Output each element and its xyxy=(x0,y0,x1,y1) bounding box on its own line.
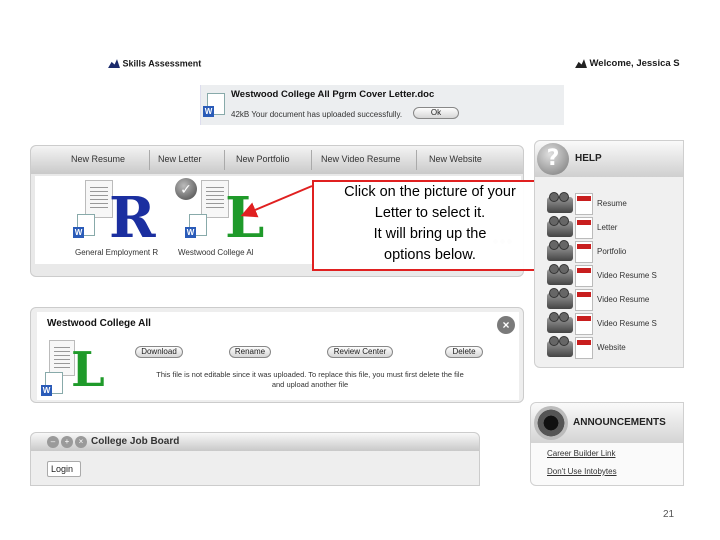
pdf-icon xyxy=(575,241,593,263)
video-camera-icon xyxy=(547,336,573,357)
word-document-icon xyxy=(185,214,207,238)
video-camera-icon xyxy=(547,288,573,309)
delete-button[interactable]: Delete xyxy=(445,346,483,358)
help-item-label: Portfolio xyxy=(597,247,627,256)
help-item-label: Letter xyxy=(597,223,618,232)
callout-line: options below. xyxy=(384,247,476,263)
detail-note: This file is not editable since it was u… xyxy=(115,370,505,390)
detail-note-line: This file is not editable since it was u… xyxy=(156,370,464,379)
help-item-resume[interactable]: Resume xyxy=(547,192,687,215)
welcome-label: Welcome, Jessica S xyxy=(589,58,680,70)
tab-bar: New Resume New Letter New Portfolio New … xyxy=(31,146,523,174)
pdf-icon xyxy=(575,289,593,311)
career-builder-link[interactable]: Career Builder Link xyxy=(547,449,615,458)
tab-new-video-resume[interactable]: New Video Resume xyxy=(321,154,400,164)
dont-use-intobytes-link[interactable]: Don't Use Intobytes xyxy=(547,467,617,476)
resume-letter-icon: R xyxy=(109,185,156,251)
word-document-icon xyxy=(203,93,225,117)
announcements-title: ANNOUNCEMENTS xyxy=(573,417,666,428)
tab-divider xyxy=(416,150,417,170)
job-board-panel: – + × College Job Board Login xyxy=(30,432,480,486)
tab-new-letter[interactable]: New Letter xyxy=(158,154,202,164)
announcements-panel: ANNOUNCEMENTS Career Builder Link Don't … xyxy=(530,402,684,486)
ok-button[interactable]: Ok xyxy=(413,107,459,119)
document-detail-body: Westwood College All × L Download Rename… xyxy=(37,312,519,400)
help-item-label: Video Resume S xyxy=(597,319,657,328)
download-button[interactable]: Download xyxy=(135,346,183,358)
tab-new-resume[interactable]: New Resume xyxy=(71,154,125,164)
page-number: 21 xyxy=(663,509,675,520)
rename-button[interactable]: Rename xyxy=(229,346,271,358)
callout-line: Letter to select it. xyxy=(374,205,486,221)
help-item-letter[interactable]: Letter xyxy=(547,216,687,239)
instruction-callout: Click on the picture of your Letter to s… xyxy=(312,180,548,271)
help-item-label: Video Resume S xyxy=(597,271,657,280)
help-item-label: Website xyxy=(597,343,626,352)
word-document-icon xyxy=(41,372,63,396)
tab-divider xyxy=(149,150,150,170)
video-camera-icon xyxy=(547,312,573,333)
pdf-icon xyxy=(575,217,593,239)
close-icon[interactable]: × xyxy=(497,316,515,334)
welcome-user: Welcome, Jessica S xyxy=(575,58,680,69)
callout-line: Click on the picture of your xyxy=(344,184,516,200)
notice-message: 42kB Your document has uploaded successf… xyxy=(231,110,403,119)
announcements-header: ANNOUNCEMENTS xyxy=(531,403,683,443)
detail-title: Westwood College All xyxy=(47,318,151,329)
collapse-icon[interactable]: – xyxy=(47,436,59,448)
help-item-label: Video Resume xyxy=(597,295,650,304)
job-board-title: College Job Board xyxy=(91,436,180,447)
help-item-website[interactable]: Website xyxy=(547,336,687,359)
video-camera-icon xyxy=(547,192,573,213)
help-header: ? HELP xyxy=(535,141,683,177)
help-title: HELP xyxy=(575,153,602,164)
pdf-icon xyxy=(575,313,593,335)
video-camera-icon xyxy=(547,264,573,285)
help-item-video-resume-s-2[interactable]: Video Resume S xyxy=(547,312,687,335)
help-item-video-resume[interactable]: Video Resume xyxy=(547,288,687,311)
login-button[interactable]: Login xyxy=(47,461,81,477)
help-item-video-resume-s[interactable]: Video Resume S xyxy=(547,264,687,287)
help-item-portfolio[interactable]: Portfolio xyxy=(547,240,687,263)
add-icon[interactable]: + xyxy=(61,436,73,448)
detail-letter-icon: L xyxy=(71,342,105,398)
checkmark-icon: ✓ xyxy=(175,178,197,200)
upload-notice: Westwood College All Pgrm Cover Letter.d… xyxy=(200,85,564,125)
notice-title: Westwood College All Pgrm Cover Letter.d… xyxy=(231,89,435,100)
tab-divider xyxy=(311,150,312,170)
skills-assessment-label: Skills Assessment xyxy=(122,58,202,69)
help-item-label: Resume xyxy=(597,199,627,208)
mountain-icon xyxy=(575,59,587,69)
pdf-icon xyxy=(575,337,593,359)
speaker-icon xyxy=(534,406,568,440)
video-camera-icon xyxy=(547,216,573,237)
word-document-icon xyxy=(73,214,95,238)
document-detail-panel: Westwood College All × L Download Rename… xyxy=(30,307,524,403)
detail-note-line: and upload another file xyxy=(271,380,349,389)
letter-document-caption: Westwood College Al xyxy=(178,248,254,257)
close-icon[interactable]: × xyxy=(75,436,87,448)
callout-line: It will bring up the xyxy=(373,226,487,242)
pdf-icon xyxy=(575,193,593,215)
tab-new-portfolio[interactable]: New Portfolio xyxy=(236,154,290,164)
resume-document-thumbnail[interactable]: R xyxy=(71,178,163,250)
resume-document-caption: General Employment R xyxy=(75,248,159,257)
job-board-header: – + × College Job Board xyxy=(31,433,479,451)
review-center-button[interactable]: Review Center xyxy=(327,346,393,358)
pdf-icon xyxy=(575,265,593,287)
mountain-icon xyxy=(108,59,120,69)
skills-assessment-link[interactable]: Skills Assessment xyxy=(108,58,201,69)
help-panel: ? HELP Resume Letter Portfolio Video Res… xyxy=(534,140,684,368)
tab-divider xyxy=(224,150,225,170)
video-camera-icon xyxy=(547,240,573,261)
tab-new-website[interactable]: New Website xyxy=(429,154,482,164)
question-mark-icon: ? xyxy=(537,143,569,175)
